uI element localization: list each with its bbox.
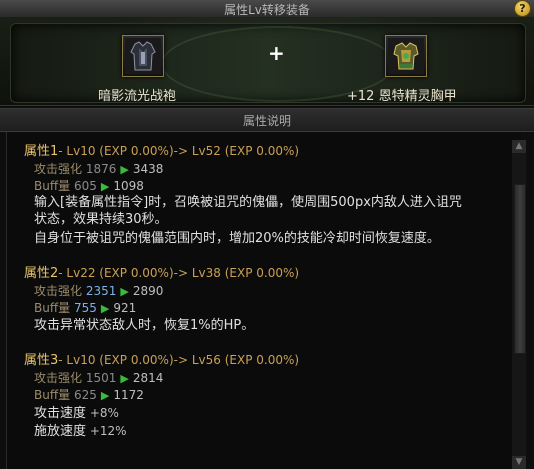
attribute-3-name: 属性3: [24, 353, 59, 368]
attribute-2-stat-buff: Buff量 755 ▶ 921: [34, 301, 137, 315]
source-item-slot[interactable]: [122, 35, 164, 77]
help-button[interactable]: ?: [514, 0, 531, 17]
arrow-right-icon: ▶: [120, 372, 129, 385]
scroll-thumb[interactable]: [514, 184, 526, 354]
arrow-right-icon: ▶: [100, 180, 110, 193]
section-title: 属性说明: [242, 114, 291, 128]
attribute-3-header: 属性3- Lv10 (EXP 0.00%)-> Lv56 (EXP 0.00%): [24, 352, 299, 369]
scroll-down-arrow-icon[interactable]: ▼: [512, 456, 526, 469]
attribute-2-name: 属性2: [24, 266, 59, 281]
attribute-3-stat-buff: Buff量 625 ▶ 1172: [34, 388, 144, 402]
attribute-2-desc-line: 攻击异常状态敌人时，恢复1%的HP。: [34, 318, 255, 333]
scrollbar[interactable]: ▲ ▼: [512, 140, 526, 469]
target-item-slot[interactable]: [385, 35, 427, 77]
attribute-2-level: - Lv22 (EXP 0.00%)-> Lv38 (EXP 0.00%): [58, 266, 300, 280]
attribute-2-header: 属性2- Lv22 (EXP 0.00%)-> Lv38 (EXP 0.00%): [24, 265, 299, 282]
attribute-3-extra-cast-speed: 施放速度 +12%: [34, 424, 127, 439]
arrow-right-icon: ▶: [120, 285, 129, 298]
attribute-1-desc-line: 自身位于被诅咒的傀儡范围内时，增加20%的技能冷却时间恢复速度。: [34, 231, 440, 246]
attribute-3-stat-attack: 攻击强化 1501 ▶ 2814: [34, 371, 164, 385]
scroll-up-arrow-icon[interactable]: ▲: [512, 140, 526, 153]
window-titlebar: 属性Lv转移装备 ?: [0, 0, 534, 18]
attribute-1-desc-line: 输入[装备属性指令]时，召唤被诅咒的傀儡，使周围500px内敌人进入诅咒: [34, 195, 462, 210]
source-item-name: 暗影流光战袍: [98, 89, 177, 104]
arrow-right-icon: ▶: [100, 389, 110, 402]
chest-armor-icon: [388, 38, 424, 74]
window-title: 属性Lv转移装备: [224, 3, 310, 17]
transfer-banner: 暗影流光战袍 + +12 恩特精灵胸甲: [0, 17, 534, 106]
attribute-1-stat-attack: 攻击强化 1876 ▶ 3438: [34, 162, 164, 176]
arrow-right-icon: ▶: [100, 302, 110, 315]
attribute-2-stat-attack: 攻击强化 2351 ▶ 2890: [34, 284, 164, 298]
attribute-1-desc-line: 状态，效果持续30秒。: [34, 212, 168, 227]
section-header: 属性说明: [0, 108, 534, 132]
target-item-name: +12 恩特精灵胸甲: [347, 89, 457, 104]
attribute-3-level: - Lv10 (EXP 0.00%)-> Lv56 (EXP 0.00%): [58, 353, 300, 367]
attribute-3-extra-attack-speed: 攻击速度 +8%: [34, 406, 119, 421]
attribute-1-level: - Lv10 (EXP 0.00%)-> Lv52 (EXP 0.00%): [58, 144, 300, 158]
attribute-1-name: 属性1: [24, 144, 59, 159]
attribute-1-header: 属性1- Lv10 (EXP 0.00%)-> Lv52 (EXP 0.00%): [24, 143, 299, 160]
plus-sign: +: [268, 41, 285, 65]
attribute-1-stat-buff: Buff量 605 ▶ 1098: [34, 179, 144, 193]
robe-armor-icon: [125, 38, 161, 74]
arrow-right-icon: ▶: [120, 163, 129, 176]
